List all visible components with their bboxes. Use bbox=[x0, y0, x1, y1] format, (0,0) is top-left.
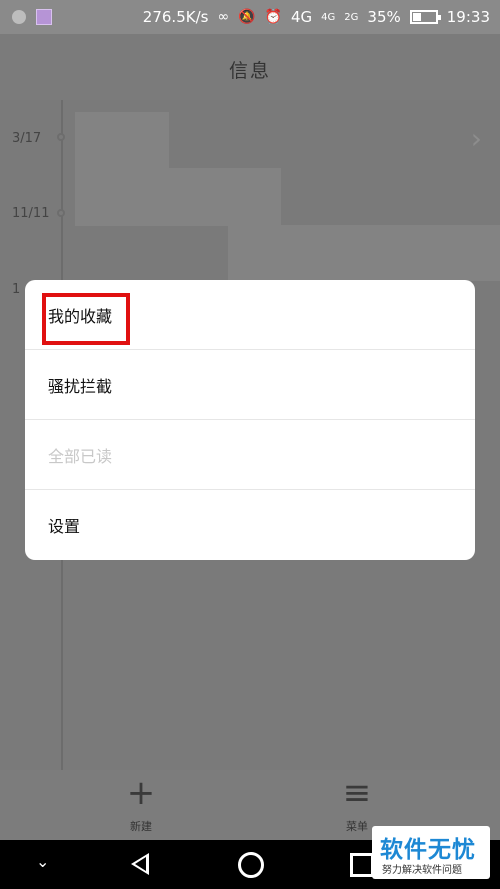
chevron-down-icon[interactable]: ⌄ bbox=[36, 852, 49, 871]
app-header: 信息 bbox=[0, 34, 500, 100]
page-title: 信息 bbox=[228, 60, 271, 82]
network-type-1: 4G bbox=[291, 8, 313, 26]
timeline-date: 11/11 bbox=[12, 206, 50, 221]
plus-icon: + bbox=[126, 773, 156, 813]
network-speed: 276.5K/s bbox=[142, 8, 209, 26]
network-type-2: 4G bbox=[321, 11, 336, 23]
home-icon bbox=[238, 852, 264, 878]
hotspot-icon: ∞ bbox=[217, 9, 230, 25]
message-thumbnail[interactable] bbox=[75, 112, 169, 170]
highlight-box bbox=[42, 293, 130, 345]
mute-icon: 🔕 bbox=[238, 9, 256, 25]
message-thumbnail[interactable] bbox=[228, 225, 500, 281]
app-notification-icon bbox=[12, 10, 26, 24]
battery-percent: 35% bbox=[367, 8, 401, 26]
message-thumbnail[interactable] bbox=[75, 168, 281, 226]
network-type-3: 2G bbox=[344, 11, 359, 23]
new-message-button[interactable]: + 新建 bbox=[91, 770, 191, 840]
battery-icon bbox=[409, 10, 441, 24]
status-bar: 276.5K/s ∞ 🔕 ⏰ 4G 4G 2G 35% 19:33 bbox=[0, 0, 500, 34]
clock: 19:33 bbox=[446, 8, 490, 26]
image-notification-icon bbox=[36, 9, 52, 25]
watermark-logo: 软件无忧 努力解决软件问题 bbox=[372, 826, 490, 879]
watermark-title: 软件无忧 bbox=[380, 837, 476, 863]
home-button[interactable] bbox=[238, 852, 264, 878]
timeline-date: 3/17 bbox=[12, 131, 42, 146]
watermark-subtitle: 努力解决软件问题 bbox=[382, 865, 462, 876]
menu-item-mark-all-read: 全部已读 bbox=[25, 420, 475, 490]
alarm-icon: ⏰ bbox=[264, 9, 282, 25]
recents-button[interactable] bbox=[350, 853, 374, 877]
chevron-right-icon[interactable]: › bbox=[471, 122, 482, 155]
timeline-dot bbox=[57, 209, 65, 217]
menu-item-harassment-block[interactable]: 骚扰拦截 bbox=[25, 350, 475, 420]
back-icon bbox=[131, 853, 149, 875]
new-message-label: 新建 bbox=[130, 820, 152, 833]
back-button[interactable] bbox=[131, 853, 149, 875]
menu-icon: ≡ bbox=[342, 773, 372, 813]
timeline-dot bbox=[57, 133, 65, 141]
recents-icon bbox=[350, 853, 374, 877]
timeline-date: 1 bbox=[12, 282, 21, 297]
menu-item-settings[interactable]: 设置 bbox=[25, 490, 475, 560]
